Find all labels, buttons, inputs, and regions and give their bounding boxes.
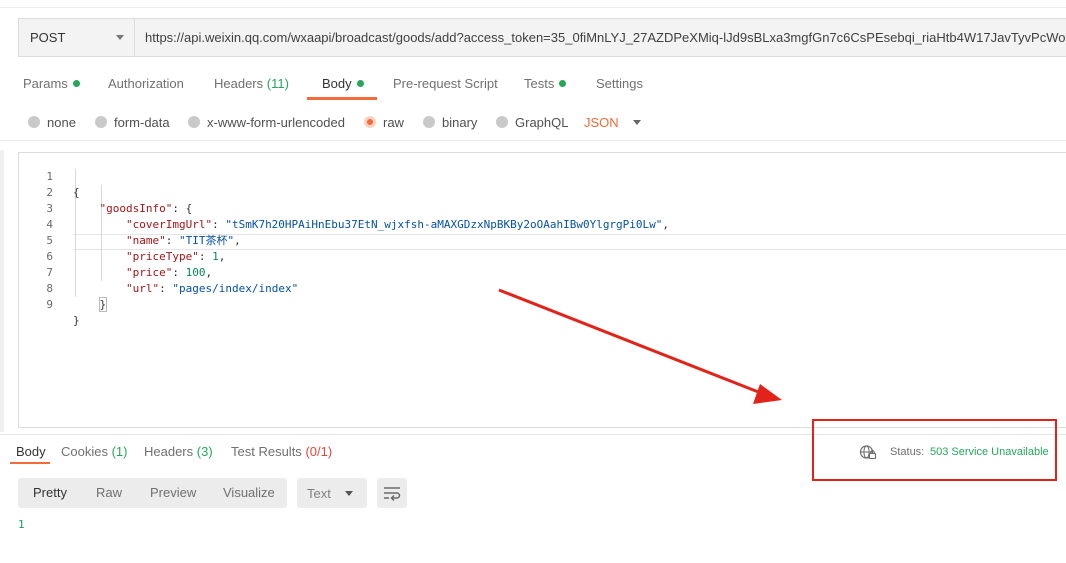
code-text: } (73, 313, 80, 329)
chevron-down-icon (344, 490, 353, 496)
tab-params-label: Params (23, 76, 68, 91)
response-tab-test-results-label: Test Results (231, 444, 302, 459)
tab-authorization-label: Authorization (108, 76, 184, 91)
code-line: 8 } (19, 265, 1066, 312)
response-tab-headers-count: (3) (196, 444, 213, 459)
tab-settings-label: Settings (596, 76, 643, 91)
view-raw-button[interactable]: Raw (96, 478, 122, 508)
radio-graphql-label: GraphQL (515, 114, 569, 130)
response-tab-test-results-count: (0/1) (305, 444, 333, 459)
request-bar: POST https://api.weixin.qq.com/wxaapi/br… (18, 18, 1066, 57)
chevron-down-icon (116, 35, 124, 40)
radio-raw-label: raw (383, 114, 404, 130)
response-tab-cookies[interactable]: Cookies (1) (61, 444, 127, 464)
radio-circle (95, 116, 107, 128)
radio-circle (28, 116, 40, 128)
response-tab-cookies-label: Cookies (61, 444, 108, 459)
tab-body-label: Body (322, 76, 352, 91)
tab-headers-label: Headers (214, 76, 264, 91)
code-line: 4 "name": "TIT茶杯", (19, 201, 1066, 247)
code-token: } (73, 314, 80, 327)
code-line: 6 "price": 100, (19, 233, 1066, 279)
response-active-tab-underline (10, 462, 50, 464)
language-label: JSON (584, 114, 619, 130)
response-tab-headers-label: Headers (144, 444, 194, 459)
code-line: 3 "coverImgUrl": "tSmK7h20HPAiHnEbu37EtN… (19, 185, 1066, 231)
response-tab-headers[interactable]: Headers (3) (144, 444, 213, 464)
url-input[interactable]: https://api.weixin.qq.com/wxaapi/broadca… (135, 19, 1066, 56)
tab-body-indicator (356, 80, 364, 87)
response-tab-body-label: Body (16, 444, 46, 459)
tab-tests-label: Tests (524, 76, 555, 91)
response-format-select[interactable]: Text (297, 478, 367, 508)
radio-circle (496, 116, 508, 128)
tab-authorization[interactable]: Authorization (108, 74, 184, 100)
response-view-group: Pretty Raw Preview Visualize (18, 478, 287, 508)
tab-prerequest-label: Pre-request Script (393, 76, 498, 91)
tab-settings[interactable]: Settings (596, 74, 643, 100)
annotation-highlight-box (812, 419, 1057, 481)
response-format-label: Text (307, 485, 331, 501)
tab-tests[interactable]: Tests (524, 74, 567, 100)
view-visualize-button[interactable]: Visualize (223, 478, 275, 508)
radio-none[interactable]: none (28, 112, 76, 132)
method-label: POST (30, 30, 66, 45)
radio-urlencoded[interactable]: x-www-form-urlencoded (188, 112, 345, 132)
line-number: 9 (46, 298, 53, 311)
radio-raw[interactable]: raw (364, 112, 404, 132)
matched-brace: } (98, 297, 108, 312)
radio-none-label: none (47, 114, 76, 130)
radio-binary[interactable]: binary (423, 112, 477, 132)
tab-params-indicator (72, 80, 80, 87)
tab-params[interactable]: Params (23, 74, 80, 100)
tab-prerequest-script[interactable]: Pre-request Script (393, 74, 498, 100)
code-line: 2 "goodsInfo": { (19, 169, 1066, 215)
radio-circle-selected (364, 116, 376, 128)
resize-gutter (0, 150, 4, 432)
code-line: 7 "url": "pages/index/index" (19, 249, 1066, 295)
tab-headers[interactable]: Headers (11) (214, 74, 289, 100)
response-line-number: 1 (18, 518, 25, 531)
code-text: } (73, 297, 108, 313)
divider (0, 140, 1066, 141)
language-select[interactable]: JSON (584, 112, 641, 132)
code-line: 9 } (19, 281, 1066, 327)
radio-form-data[interactable]: form-data (95, 112, 170, 132)
radio-graphql[interactable]: GraphQL (496, 112, 568, 132)
radio-urlencoded-label: x-www-form-urlencoded (207, 114, 345, 130)
response-tab-test-results[interactable]: Test Results (0/1) (231, 444, 332, 464)
tab-headers-count: (11) (266, 76, 289, 91)
chevron-down-icon (632, 119, 641, 125)
code-line: 5 "priceType": 1, (19, 217, 1066, 263)
radio-circle (188, 116, 200, 128)
top-strip (0, 0, 1066, 8)
response-tab-cookies-count: (1) (111, 444, 128, 459)
method-select[interactable]: POST (19, 19, 135, 56)
active-tab-underline (307, 97, 377, 100)
tab-tests-indicator (559, 80, 567, 87)
radio-circle (423, 116, 435, 128)
request-body-editor[interactable]: 1 { 2 "goodsInfo": { 3 "coverImgUrl": "t… (18, 152, 1066, 428)
view-preview-button[interactable]: Preview (150, 478, 196, 508)
view-pretty-button[interactable]: Pretty (33, 478, 67, 508)
code-line: 1 { (19, 153, 1066, 199)
wrap-lines-button[interactable] (377, 478, 407, 508)
wrap-lines-icon (384, 487, 401, 501)
radio-form-data-label: form-data (114, 114, 170, 130)
radio-binary-label: binary (442, 114, 478, 130)
response-tab-body[interactable]: Body (16, 444, 46, 464)
